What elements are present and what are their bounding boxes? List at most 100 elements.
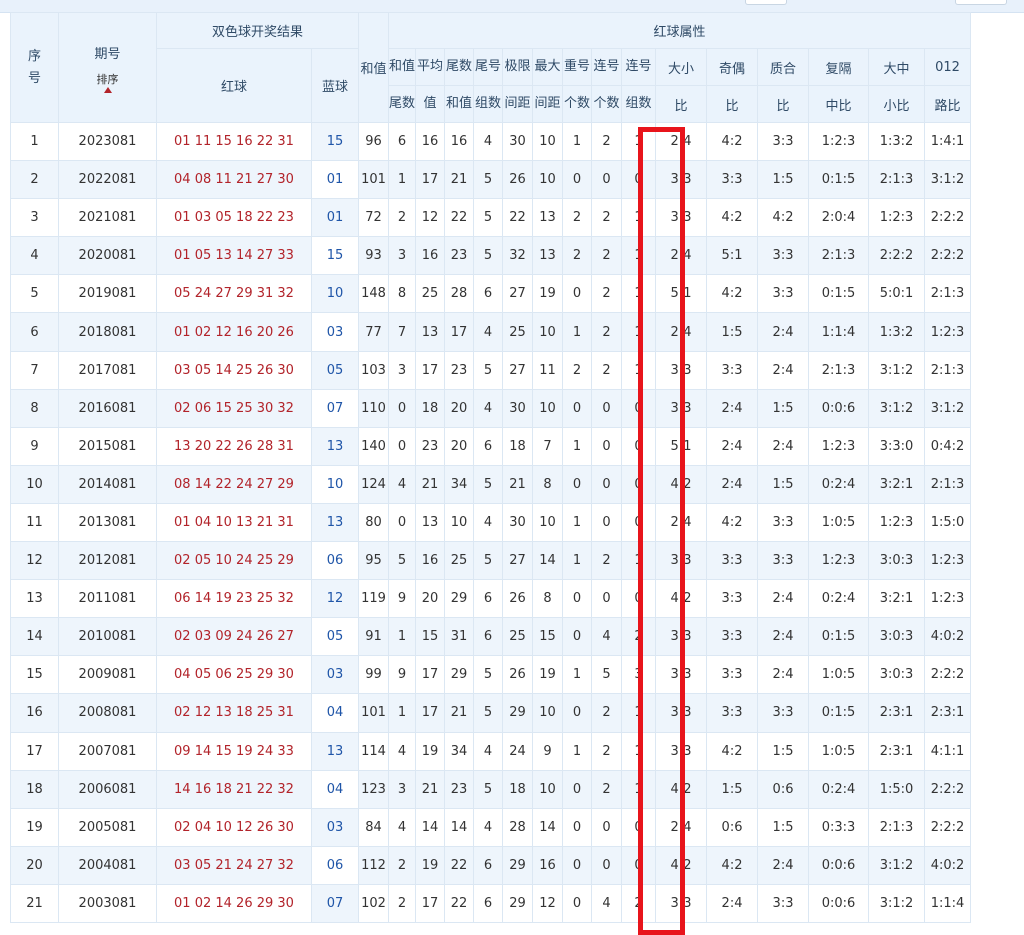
- cell-consec-count: 2: [591, 121, 623, 162]
- cell-sum-tail: 0: [387, 426, 417, 466]
- cell-tail-groups: 6: [473, 426, 504, 466]
- sort-button[interactable]: 排序: [96, 72, 119, 93]
- cell-avg: 12: [415, 198, 446, 238]
- cell-sum: 95: [358, 541, 389, 581]
- cell-consec-count: 2: [591, 731, 623, 771]
- cell-odd-even: 1:5: [706, 769, 759, 809]
- cell-issue: 2003081: [58, 883, 157, 923]
- cell-consec-count: 0: [591, 807, 623, 847]
- cell-red-balls: 14 16 18 21 22 32: [156, 769, 312, 809]
- col-avg-header-2: 值: [415, 85, 446, 123]
- cell-skip: 0:2:4: [808, 579, 870, 619]
- cell-max-gap: 14: [532, 541, 564, 581]
- cell-bms: 1:3:2: [868, 121, 926, 162]
- cell-seq: 17: [10, 731, 59, 771]
- cell-bms: 5:0:1: [868, 274, 926, 314]
- cell-red-balls: 01 05 13 14 27 33: [156, 236, 312, 276]
- cell-repeat: 0: [562, 845, 593, 885]
- cell-consec-count: 0: [591, 579, 623, 619]
- cell-sum: 99: [358, 655, 389, 695]
- cell-bms: 3:1:2: [868, 350, 926, 390]
- cell-avg: 17: [415, 160, 446, 200]
- cell-repeat: 0: [562, 883, 593, 923]
- cell-consec-groups: 1: [621, 236, 657, 276]
- cell-seq: 15: [10, 655, 59, 695]
- cell-consec-count: 0: [591, 426, 623, 466]
- cell-big-small: 3:3: [655, 731, 708, 771]
- cell-odd-even: 4:2: [706, 121, 759, 162]
- cell-red-balls: 02 03 09 24 26 27: [156, 617, 312, 657]
- cell-sum: 123: [358, 769, 389, 809]
- cell-blue-ball: 03: [311, 807, 359, 847]
- table-body: 1 2023081 01 11 15 16 22 31 15 96 6 16 16 4 30 10 1…: [10, 121, 972, 923]
- cell-tail-groups: 4: [473, 502, 504, 543]
- cell-skip: 1:0:5: [808, 731, 870, 771]
- sort-label: 排序: [96, 72, 119, 86]
- cell-sum-tail: 8: [387, 274, 417, 314]
- cell-sum: 110: [358, 388, 389, 428]
- cell-consec-count: 2: [591, 312, 623, 352]
- cell-skip: 1:2:3: [808, 541, 870, 581]
- cell-issue: 2018081: [58, 312, 157, 352]
- cell-consec-groups: 1: [621, 350, 657, 390]
- cell-consec-groups: 0: [621, 464, 657, 504]
- cell-blue-ball: 04: [311, 769, 359, 809]
- cell-big-small: 3:3: [655, 693, 708, 733]
- cell-limit-gap: 21: [502, 464, 534, 504]
- cell-big-small: 2:4: [655, 121, 708, 162]
- cell-limit-gap: 18: [502, 769, 534, 809]
- cell-seq: 18: [10, 769, 59, 809]
- cell-sum-tail: 3: [387, 350, 417, 390]
- col-max-gap-header-2: 间距: [532, 85, 564, 123]
- cell-skip: 0:2:4: [808, 769, 870, 809]
- cell-repeat: 0: [562, 388, 593, 428]
- cell-avg: 23: [415, 426, 446, 466]
- cell-prime: 2:4: [757, 655, 810, 695]
- cell-issue: 2012081: [58, 541, 157, 581]
- cell-limit-gap: 18: [502, 426, 534, 466]
- table-row: 9 2015081 13 20 22 26 28 31 13 140 0 23 20 6 18 7 1…: [10, 426, 972, 466]
- cell-road: 1:5:0: [924, 502, 972, 543]
- cell-repeat: 1: [562, 426, 593, 466]
- cell-repeat: 2: [562, 236, 593, 276]
- cell-odd-even: 4:2: [706, 502, 759, 543]
- table-row: 12 2012081 02 05 10 24 25 29 06 95 5 16 25 5 27 14…: [10, 541, 972, 581]
- cell-seq: 11: [10, 502, 59, 543]
- cell-issue: 2014081: [58, 464, 157, 504]
- cell-max-gap: 10: [532, 312, 564, 352]
- cell-max-gap: 19: [532, 655, 564, 695]
- cell-tail-sum: 34: [444, 731, 475, 771]
- cell-big-small: 2:4: [655, 807, 708, 847]
- cell-skip: 2:0:4: [808, 198, 870, 238]
- cell-tail-sum: 21: [444, 693, 475, 733]
- cell-sum-tail: 4: [387, 807, 417, 847]
- cell-seq: 13: [10, 579, 59, 619]
- col-consec-groups-header: 连号: [621, 48, 657, 86]
- col-avg-header: 平均: [415, 48, 446, 86]
- cell-road: 1:1:4: [924, 883, 972, 923]
- cell-avg: 16: [415, 541, 446, 581]
- cell-odd-even: 2:4: [706, 883, 759, 923]
- cell-sum: 103: [358, 350, 389, 390]
- cell-seq: 2: [10, 160, 59, 200]
- cell-sum-tail: 4: [387, 731, 417, 771]
- cell-blue-ball: 10: [311, 464, 359, 504]
- cell-tail-sum: 10: [444, 502, 475, 543]
- cell-road: 2:2:2: [924, 769, 972, 809]
- cell-seq: 12: [10, 541, 59, 581]
- cell-limit-gap: 26: [502, 579, 534, 619]
- cell-sum-tail: 9: [387, 579, 417, 619]
- cell-blue-ball: 03: [311, 655, 359, 695]
- cell-tail-sum: 25: [444, 541, 475, 581]
- cell-sum: 102: [358, 883, 389, 923]
- cell-limit-gap: 26: [502, 655, 534, 695]
- table-row: 10 2014081 08 14 22 24 27 29 10 124 4 21 34 5 21 8…: [10, 464, 972, 504]
- cell-sum: 80: [358, 502, 389, 543]
- col-prime-header-2: 比: [757, 85, 810, 123]
- cell-odd-even: 0:6: [706, 807, 759, 847]
- cell-blue-ball: 07: [311, 388, 359, 428]
- col-odd-even-header-2: 比: [706, 85, 759, 123]
- table-row: 7 2017081 03 05 14 25 26 30 05 103 3 17 23 5 27 11…: [10, 350, 972, 390]
- cell-road: 4:0:2: [924, 617, 972, 657]
- cell-avg: 17: [415, 693, 446, 733]
